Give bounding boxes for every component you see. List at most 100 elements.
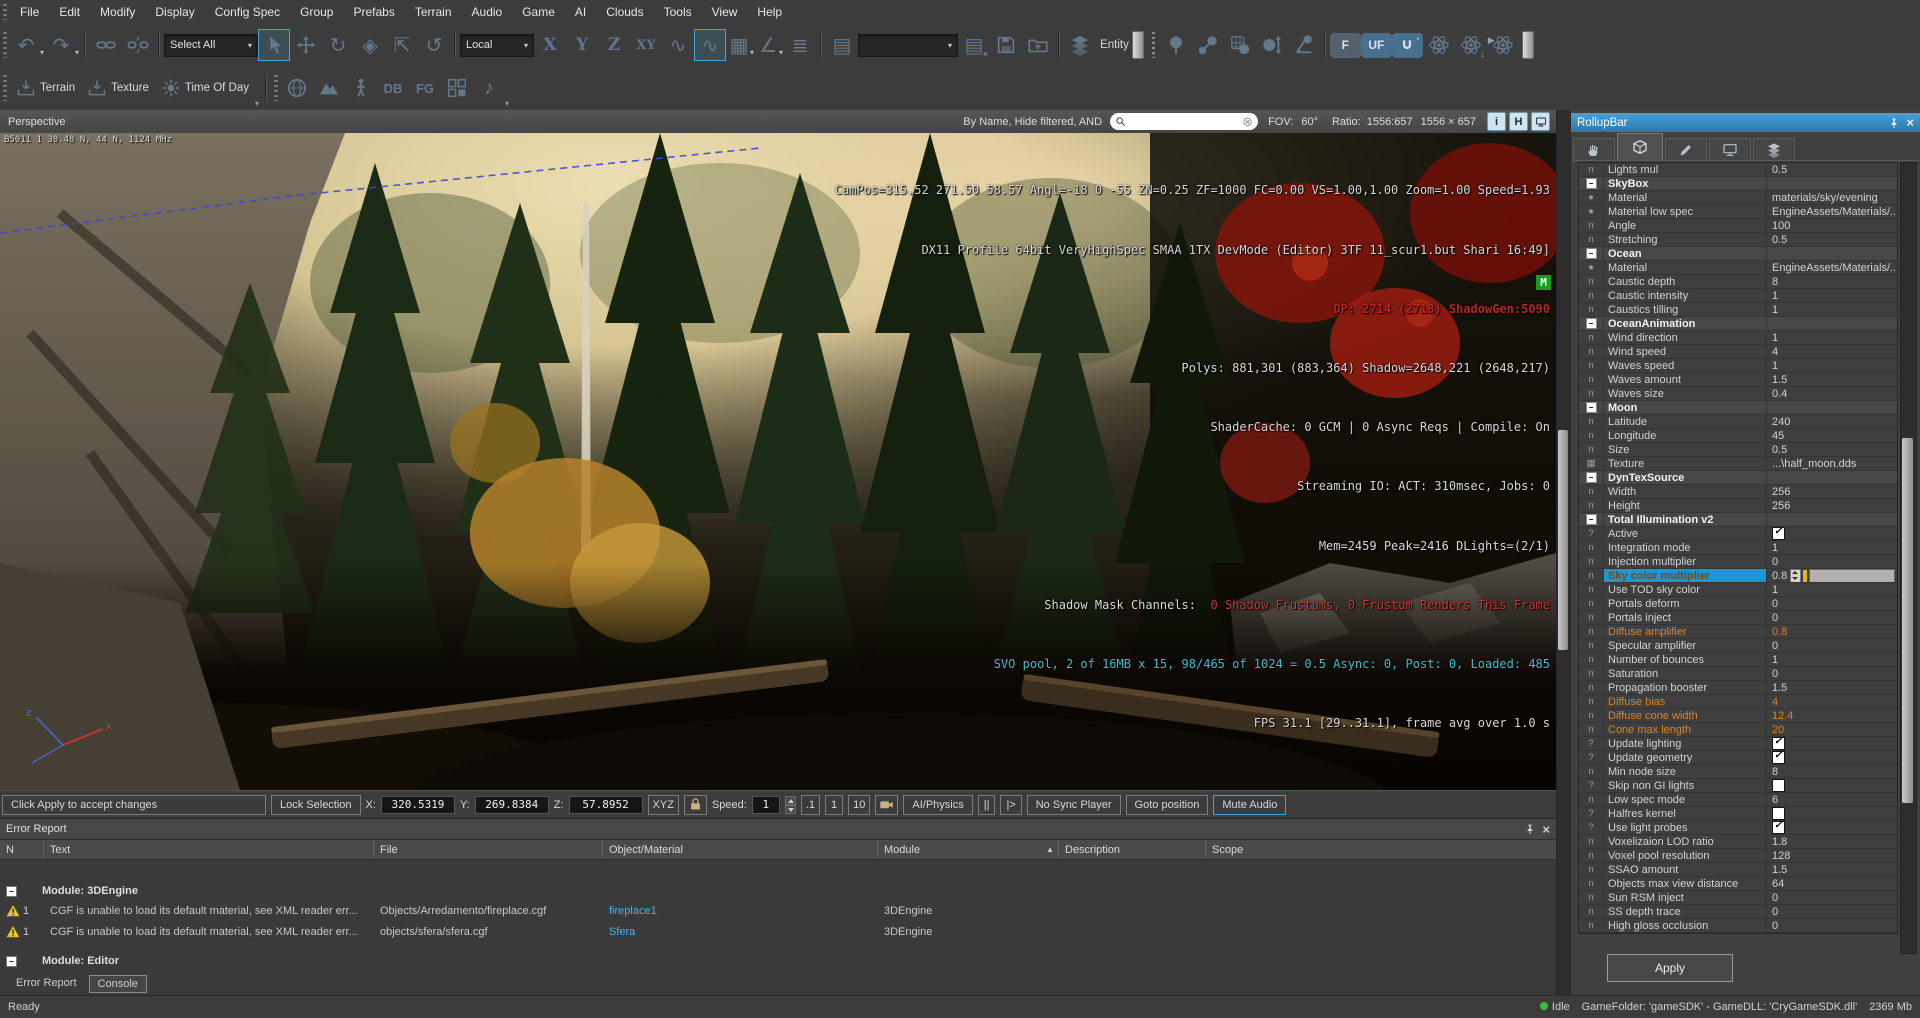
viewport-3d[interactable]: B5011 1 30.48 N, 44 N, 1124 MHz CamPos=3… bbox=[0, 133, 1556, 790]
property-value[interactable] bbox=[1767, 751, 1897, 764]
no-sync-player-button[interactable]: No Sync Player bbox=[1027, 795, 1121, 815]
snap-to-terrain-button[interactable]: ∿ bbox=[694, 29, 726, 61]
ratio-value[interactable]: 1556:657 bbox=[1367, 116, 1413, 128]
flowgraph-button[interactable]: FG bbox=[409, 72, 441, 104]
rollup-scrollbar[interactable] bbox=[1900, 162, 1917, 954]
property-row[interactable]: n Number of bounces 1 bbox=[1579, 653, 1897, 667]
goto-position-button[interactable]: Goto position bbox=[1126, 795, 1209, 815]
layer-tiles-button[interactable] bbox=[441, 72, 473, 104]
property-value[interactable]: 8 bbox=[1767, 275, 1897, 288]
xyz-mode-button[interactable]: XYZ bbox=[648, 795, 679, 815]
property-value[interactable] bbox=[1767, 527, 1897, 540]
property-value[interactable]: 0 bbox=[1767, 555, 1897, 568]
property-row[interactable]: OceanAnimation bbox=[1579, 317, 1897, 331]
property-value[interactable]: 0 bbox=[1767, 597, 1897, 610]
mute-audio-button[interactable]: Mute Audio bbox=[1213, 795, 1286, 815]
property-row[interactable]: n Sun RSM inject 0 bbox=[1579, 891, 1897, 905]
property-value[interactable] bbox=[1767, 807, 1897, 820]
vegetation-grid-button[interactable] bbox=[1224, 29, 1256, 61]
menu-item[interactable]: Prefabs bbox=[343, 0, 404, 24]
grid-snap-button[interactable]: ▦ bbox=[726, 29, 752, 61]
property-row[interactable]: n Longitude 45 bbox=[1579, 429, 1897, 443]
checkbox[interactable] bbox=[1772, 737, 1785, 750]
property-row[interactable]: n Diffuse cone width 12.4 bbox=[1579, 709, 1897, 723]
property-value[interactable]: 0 bbox=[1767, 919, 1897, 932]
checkbox[interactable] bbox=[1772, 807, 1785, 820]
property-row[interactable]: n Integration mode 1 bbox=[1579, 541, 1897, 555]
magnet-snap-button[interactable]: · bbox=[1392, 33, 1423, 58]
follow-terrain-button[interactable]: ∿ bbox=[662, 29, 694, 61]
property-value[interactable] bbox=[1767, 401, 1897, 414]
toolbar-overflow-caret[interactable]: ▾ bbox=[505, 99, 509, 108]
select-rotate-button[interactable]: ↺ bbox=[418, 29, 450, 61]
tab-error-report[interactable]: Error Report bbox=[8, 975, 85, 991]
property-row[interactable]: n Saturation 0 bbox=[1579, 667, 1897, 681]
column-header[interactable]: Description bbox=[1059, 840, 1206, 859]
property-row[interactable]: ? Update lighting bbox=[1579, 737, 1897, 751]
property-row[interactable]: ? Halfres kernel bbox=[1579, 807, 1897, 821]
property-value[interactable]: 1 bbox=[1767, 331, 1897, 344]
viewport-search-box[interactable]: ⊗ bbox=[1110, 113, 1258, 130]
property-row[interactable]: ? Update geometry bbox=[1579, 751, 1897, 765]
apply-button[interactable]: Apply bbox=[1607, 954, 1733, 982]
error-row[interactable]: 1 CGF is unable to load its default mate… bbox=[0, 900, 1556, 921]
menu-item[interactable]: Modify bbox=[90, 0, 145, 24]
property-row[interactable]: ● Material materials/sky/evening bbox=[1579, 191, 1897, 205]
property-value[interactable]: 6 bbox=[1767, 793, 1897, 806]
property-value[interactable]: ...\half_moon.dds bbox=[1767, 457, 1897, 470]
property-value[interactable]: 1 bbox=[1767, 653, 1897, 666]
toolbar-overflow-caret[interactable]: ▾ bbox=[255, 99, 259, 108]
unfreeze-all-button[interactable]: UF bbox=[1361, 33, 1392, 58]
property-value[interactable] bbox=[1767, 471, 1897, 484]
physics-simulate-button[interactable] bbox=[1423, 29, 1455, 61]
coord-system-dropdown[interactable]: Local▾ bbox=[460, 34, 534, 57]
property-row[interactable]: n Diffuse bias 4 bbox=[1579, 695, 1897, 709]
delete-named-selection-button[interactable]: ▤× bbox=[958, 29, 990, 61]
save-selection-button[interactable] bbox=[990, 29, 1022, 61]
property-row[interactable]: ▦ Texture ...\half_moon.dds bbox=[1579, 457, 1897, 471]
property-row[interactable]: ? Skip non GI lights bbox=[1579, 779, 1897, 793]
select-move-button[interactable]: ⇱ bbox=[386, 29, 418, 61]
menu-item[interactable]: Audio bbox=[462, 0, 513, 24]
property-value[interactable]: 256 bbox=[1767, 485, 1897, 498]
property-row[interactable]: n Caustic intensity 1 bbox=[1579, 289, 1897, 303]
property-row[interactable]: n Low spec mode 6 bbox=[1579, 793, 1897, 807]
freeze-button[interactable]: F bbox=[1330, 33, 1361, 58]
checkbox[interactable] bbox=[1772, 779, 1785, 792]
property-value[interactable]: 4 bbox=[1767, 345, 1897, 358]
scale-mode-button[interactable]: ◈ bbox=[354, 29, 386, 61]
property-row[interactable]: Ocean bbox=[1579, 247, 1897, 261]
property-value[interactable]: 0.8 bbox=[1767, 569, 1897, 582]
ruler-button[interactable]: ≣ bbox=[784, 29, 816, 61]
property-value[interactable]: 0.5 bbox=[1767, 443, 1897, 456]
speed-preset-10-button[interactable]: 10 bbox=[848, 795, 870, 815]
property-value[interactable]: 0 bbox=[1767, 611, 1897, 624]
property-value[interactable]: EngineAssets/Materials/... bbox=[1767, 261, 1897, 274]
filter-mode-label[interactable]: By Name, Hide filtered, AND bbox=[963, 116, 1102, 128]
panel-scrollbar[interactable] bbox=[1556, 110, 1570, 995]
property-row[interactable]: n Lights mul 0.5 bbox=[1579, 163, 1897, 177]
vegetation-paint-button[interactable] bbox=[1160, 29, 1192, 61]
property-row[interactable]: n SS depth trace 0 bbox=[1579, 905, 1897, 919]
error-row[interactable]: Module: 3DEngine bbox=[0, 882, 1556, 900]
physics-play-button[interactable]: ▶ bbox=[1487, 29, 1519, 61]
error-row[interactable]: 1 CGF is unable to load its default mate… bbox=[0, 921, 1556, 942]
property-value[interactable]: 8 bbox=[1767, 765, 1897, 778]
property-row[interactable]: n Diffuse amplifier 0.8 bbox=[1579, 625, 1897, 639]
speed-value[interactable]: 1 bbox=[752, 796, 780, 814]
constrain-z-button[interactable]: Z bbox=[598, 29, 630, 61]
property-row[interactable]: ? Use light probes bbox=[1579, 821, 1897, 835]
property-value[interactable]: 0 bbox=[1767, 905, 1897, 918]
physics-get-state-button[interactable]: ↓ bbox=[1455, 29, 1487, 61]
property-row[interactable]: n Voxelizaion LOD ratio 1.8 bbox=[1579, 835, 1897, 849]
toolbar-grip[interactable] bbox=[274, 75, 278, 101]
character-editor-button[interactable] bbox=[345, 72, 377, 104]
pause-button[interactable]: || bbox=[978, 795, 996, 815]
close-icon[interactable]: × bbox=[1906, 115, 1914, 130]
y-coord-value[interactable]: 269.8384 bbox=[475, 796, 549, 814]
checkbox[interactable] bbox=[1772, 527, 1785, 540]
property-value[interactable] bbox=[1767, 317, 1897, 330]
pin-icon[interactable] bbox=[1524, 823, 1536, 835]
property-value[interactable]: 0.4 bbox=[1767, 387, 1897, 400]
property-row[interactable]: Moon bbox=[1579, 401, 1897, 415]
